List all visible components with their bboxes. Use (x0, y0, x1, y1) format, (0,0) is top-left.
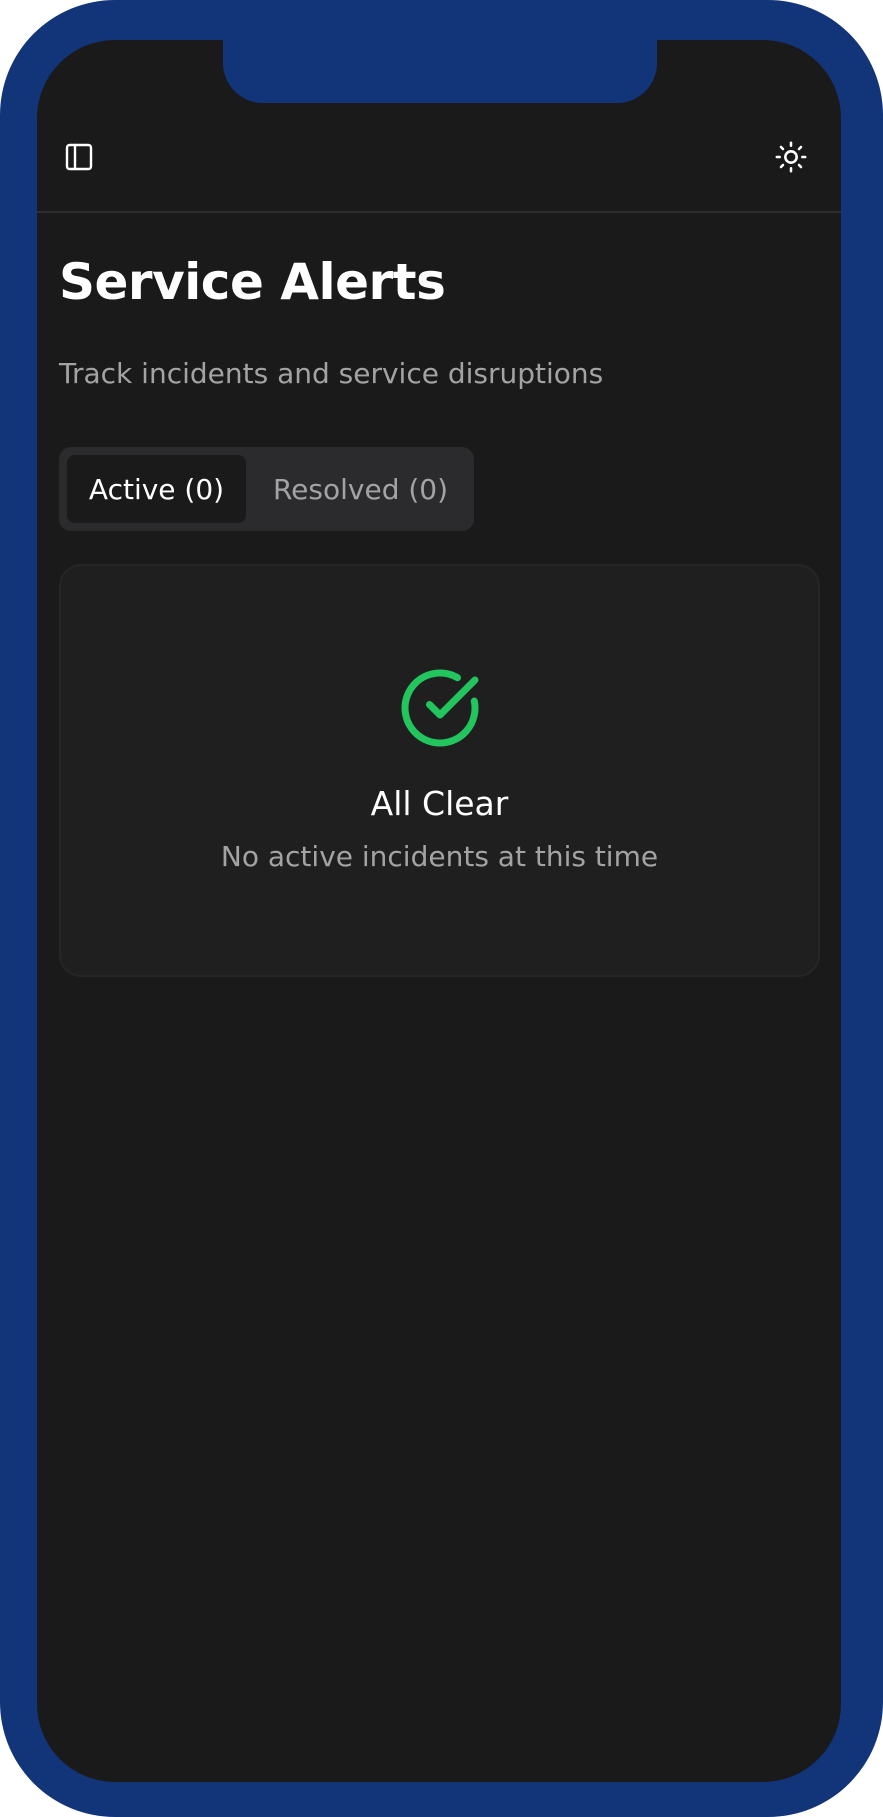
sidebar-toggle-button[interactable] (53, 131, 105, 183)
empty-state-title: All Clear (370, 784, 509, 823)
sun-icon (775, 141, 807, 173)
sidebar-panel-icon (65, 143, 93, 171)
app-screen: Service Alerts Track incidents and servi… (37, 40, 841, 1782)
tab-active[interactable]: Active (0) (67, 455, 246, 523)
page-subtitle: Track incidents and service disruptions (59, 357, 604, 390)
page-title: Service Alerts (59, 253, 446, 311)
empty-state-message: No active incidents at this time (220, 840, 659, 873)
device-notch (223, 40, 657, 103)
theme-toggle-button[interactable] (765, 131, 817, 183)
empty-state-card: All Clear No active incidents at this ti… (59, 564, 820, 977)
check-circle-icon (401, 669, 479, 747)
tab-resolved[interactable]: Resolved (0) (255, 455, 466, 523)
device-frame: Service Alerts Track incidents and servi… (0, 0, 883, 1817)
alert-tabs: Active (0) Resolved (0) (59, 447, 474, 531)
